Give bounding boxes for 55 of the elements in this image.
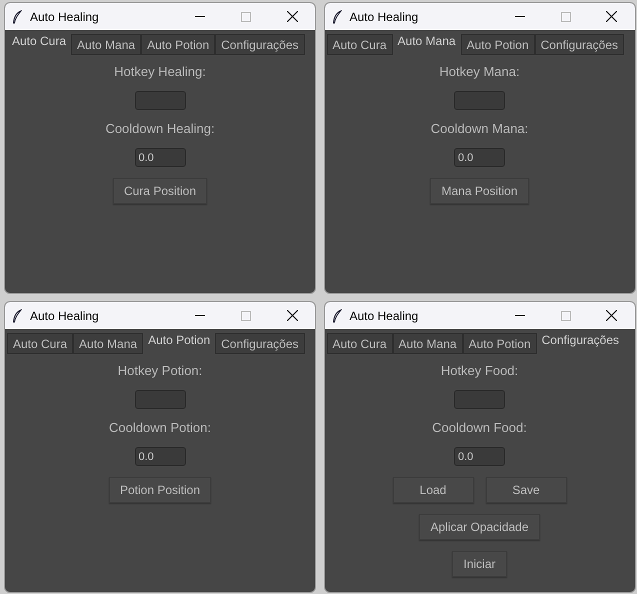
field-label: Cooldown Potion: <box>109 420 211 436</box>
tab[interactable]: Auto Mana <box>71 34 142 55</box>
feather-icon <box>12 10 22 24</box>
tab[interactable]: Configurações <box>534 34 624 55</box>
input-field[interactable]: 0.0 <box>454 447 505 466</box>
field-label: Hotkey Potion: <box>118 363 202 379</box>
action-button[interactable]: Iniciar <box>452 551 506 577</box>
feather-icon <box>332 10 342 24</box>
window-title: Auto Healing <box>30 8 99 26</box>
minimize-icon <box>514 315 524 316</box>
tab[interactable]: Auto Cura <box>7 333 74 354</box>
field-label: Cooldown Mana: <box>430 121 528 137</box>
input-field[interactable]: 0.0 <box>454 148 505 167</box>
field-label: Hotkey Healing: <box>114 64 206 80</box>
minimize-icon <box>195 16 205 17</box>
window-title: Auto Healing <box>350 308 418 324</box>
input-field[interactable]: 0.0 <box>134 447 186 466</box>
action-button[interactable]: Load <box>392 477 474 503</box>
window-title: Auto Healing <box>30 308 99 324</box>
feather-icon <box>12 308 22 322</box>
tab[interactable]: Auto Potion <box>141 34 216 55</box>
maximize-icon <box>241 310 251 320</box>
input-field[interactable] <box>454 390 505 409</box>
close-icon <box>286 11 298 22</box>
tab[interactable]: Configurações <box>215 34 305 55</box>
tab[interactable]: Auto Cura <box>326 34 393 55</box>
tab[interactable]: Auto Potion <box>462 333 537 354</box>
close-icon <box>286 310 298 321</box>
action-button[interactable]: Aplicar Opacidade <box>419 514 540 540</box>
close-icon <box>606 310 617 321</box>
close-icon <box>606 11 617 22</box>
minimize-icon <box>514 16 524 17</box>
field-label: Cooldown Healing: <box>105 121 215 137</box>
action-button[interactable]: Cura Position <box>112 178 208 204</box>
tab[interactable]: Auto Potion <box>460 34 535 55</box>
field-label: Hotkey Mana: <box>439 64 520 80</box>
tab[interactable]: Auto Mana <box>392 333 463 354</box>
input-field[interactable] <box>134 390 186 409</box>
minimize-icon <box>195 315 205 316</box>
maximize-icon <box>560 310 570 320</box>
action-button[interactable]: Save <box>486 477 566 503</box>
window-title: Auto Healing <box>350 8 418 26</box>
field-label: Cooldown Food: <box>432 420 527 436</box>
tab[interactable]: Configurações <box>215 333 305 354</box>
input-field[interactable] <box>134 91 186 110</box>
tab[interactable]: Auto Cura <box>326 333 393 354</box>
input-field[interactable]: 0.0 <box>134 148 186 167</box>
maximize-icon <box>241 12 251 22</box>
action-button[interactable]: Mana Position <box>430 178 529 204</box>
action-button[interactable]: Potion Position <box>108 477 212 503</box>
tab[interactable]: Auto Mana <box>73 333 144 354</box>
maximize-icon <box>560 12 570 22</box>
input-field[interactable] <box>454 91 505 110</box>
field-label: Hotkey Food: <box>440 363 518 379</box>
feather-icon <box>332 308 342 322</box>
